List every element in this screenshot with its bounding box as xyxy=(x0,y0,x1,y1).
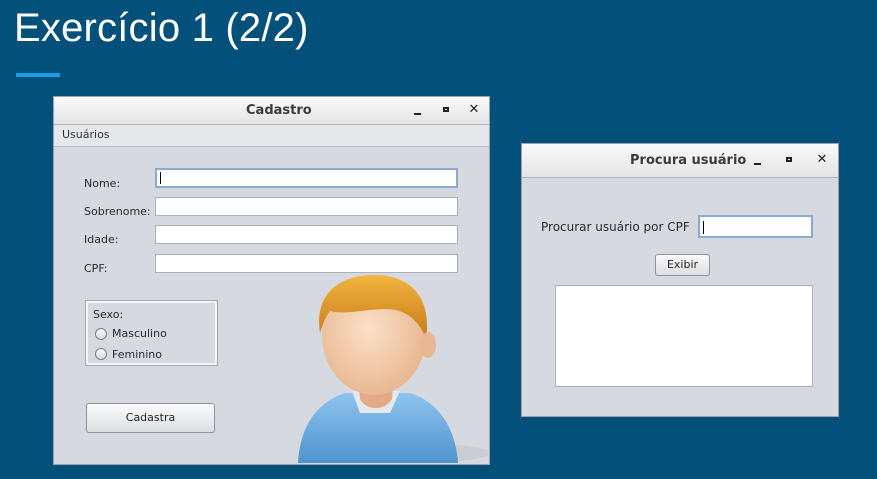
sobrenome-label: Sobrenome: xyxy=(84,205,151,218)
menubar: Usuários xyxy=(54,125,489,147)
radio-masculino[interactable] xyxy=(95,328,107,340)
idade-label: Idade: xyxy=(84,233,119,246)
cadastro-window: Cadastro ✕ Usuários Nome: Sobrenome: Ida… xyxy=(53,96,490,465)
nome-label: Nome: xyxy=(84,177,121,190)
cpf-search-input[interactable] xyxy=(698,215,813,238)
nome-input[interactable] xyxy=(155,168,458,188)
sexo-groupbox: Sexo: Masculino Feminino xyxy=(85,300,218,366)
slide-title: Exercício 1 (2/2) xyxy=(14,6,309,50)
maximize-icon[interactable] xyxy=(437,101,455,119)
feminino-label: Feminino xyxy=(112,348,162,361)
close-icon[interactable]: ✕ xyxy=(813,151,831,169)
radio-feminino[interactable] xyxy=(95,348,107,360)
minimize-icon[interactable] xyxy=(749,151,767,169)
text-caret xyxy=(160,172,161,184)
sexo-label: Sexo: xyxy=(93,308,124,321)
cpf-input[interactable] xyxy=(155,254,458,273)
maximize-icon[interactable] xyxy=(780,151,798,169)
idade-input[interactable] xyxy=(155,225,458,244)
exibir-button[interactable]: Exibir xyxy=(655,254,710,276)
result-textarea[interactable] xyxy=(555,285,813,387)
title-underline xyxy=(16,73,60,77)
minimize-icon[interactable] xyxy=(409,101,427,119)
text-caret xyxy=(703,221,704,234)
cpf-label: CPF: xyxy=(84,262,108,275)
close-icon[interactable]: ✕ xyxy=(465,101,483,119)
cadastra-button[interactable]: Cadastra xyxy=(86,403,215,433)
cadastro-titlebar[interactable]: Cadastro ✕ xyxy=(54,97,489,125)
cadastro-title: Cadastro xyxy=(246,103,312,118)
sobrenome-input[interactable] xyxy=(155,197,458,216)
menu-usuarios[interactable]: Usuários xyxy=(62,128,110,141)
procura-titlebar[interactable]: Procura usuário ✕ xyxy=(522,144,838,178)
masculino-label: Masculino xyxy=(112,327,167,340)
search-label: Procurar usuário por CPF xyxy=(541,220,690,234)
procura-window: Procura usuário ✕ Procurar usuário por C… xyxy=(521,143,839,417)
procura-title: Procura usuário xyxy=(630,153,747,168)
user-avatar-icon xyxy=(298,275,490,463)
